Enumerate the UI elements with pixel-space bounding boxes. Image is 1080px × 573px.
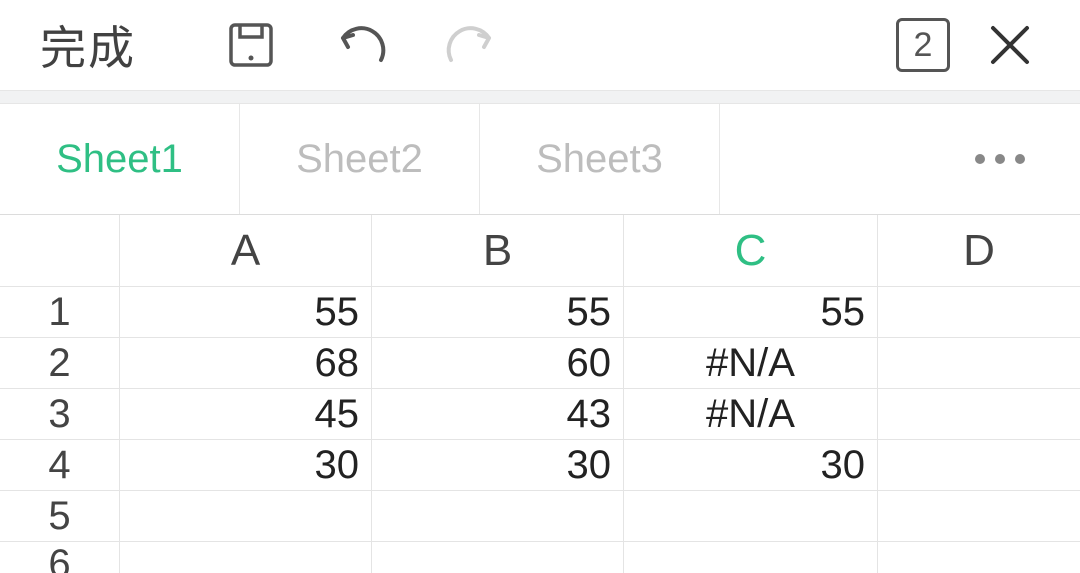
column-header-c[interactable]: C: [624, 215, 878, 286]
toolbar: 完成 2: [0, 0, 1080, 90]
toolbar-right: 2: [896, 15, 1060, 75]
row-header-3[interactable]: 3: [0, 389, 120, 439]
tab-sheet1[interactable]: Sheet1: [0, 104, 240, 214]
redo-button: [416, 0, 526, 90]
sheet-tabs: Sheet1 Sheet2 Sheet3: [0, 104, 1080, 214]
cell-b5[interactable]: [372, 491, 624, 541]
toolbar-divider: [0, 90, 1080, 104]
cell-c6[interactable]: [624, 542, 878, 573]
cell-d5[interactable]: [878, 491, 1080, 541]
row-3: 3 45 43 #N/A: [0, 389, 1080, 440]
tab-sheet2[interactable]: Sheet2: [240, 104, 480, 214]
cell-b4[interactable]: 30: [372, 440, 624, 490]
more-icon: [970, 149, 1030, 169]
cell-c1[interactable]: 55: [624, 287, 878, 337]
row-2: 2 68 60 #N/A: [0, 338, 1080, 389]
undo-icon: [331, 20, 391, 70]
row-header-2[interactable]: 2: [0, 338, 120, 388]
cell-d4[interactable]: [878, 440, 1080, 490]
row-4: 4 30 30 30: [0, 440, 1080, 491]
cell-b1[interactable]: 55: [372, 287, 624, 337]
row-header-6[interactable]: 6: [0, 542, 120, 573]
row-1: 1 55 55 55: [0, 287, 1080, 338]
spreadsheet-grid[interactable]: A B C D 1 55 55 55 2 68 60 #N/A 3 45 43 …: [0, 214, 1080, 573]
toolbar-left: 完成: [40, 0, 526, 90]
more-button[interactable]: [920, 104, 1080, 214]
row-header-4[interactable]: 4: [0, 440, 120, 490]
undo-button[interactable]: [306, 0, 416, 90]
tab-sheet3[interactable]: Sheet3: [480, 104, 720, 214]
cell-c4[interactable]: 30: [624, 440, 878, 490]
row-header-1[interactable]: 1: [0, 287, 120, 337]
cell-a5[interactable]: [120, 491, 372, 541]
row-header-5[interactable]: 5: [0, 491, 120, 541]
column-header-d[interactable]: D: [878, 215, 1080, 286]
cell-c5[interactable]: [624, 491, 878, 541]
done-button[interactable]: 完成: [40, 12, 136, 78]
cell-c2[interactable]: #N/A: [624, 338, 878, 388]
corner-cell[interactable]: [0, 215, 120, 286]
cell-b2[interactable]: 60: [372, 338, 624, 388]
cell-a1[interactable]: 55: [120, 287, 372, 337]
close-icon: [985, 20, 1035, 70]
row-5: 5: [0, 491, 1080, 542]
cell-d2[interactable]: [878, 338, 1080, 388]
cell-b3[interactable]: 43: [372, 389, 624, 439]
row-6: 6: [0, 542, 1080, 573]
cell-a3[interactable]: 45: [120, 389, 372, 439]
cell-a6[interactable]: [120, 542, 372, 573]
close-button[interactable]: [980, 15, 1040, 75]
cell-a4[interactable]: 30: [120, 440, 372, 490]
save-button[interactable]: [196, 0, 306, 90]
tabs-spacer: [720, 104, 920, 214]
cell-c3[interactable]: #N/A: [624, 389, 878, 439]
cell-b6[interactable]: [372, 542, 624, 573]
cell-a2[interactable]: 68: [120, 338, 372, 388]
column-header-row: A B C D: [0, 215, 1080, 287]
save-icon: [226, 20, 276, 70]
cell-d3[interactable]: [878, 389, 1080, 439]
page-count-badge[interactable]: 2: [896, 18, 950, 72]
cell-d6[interactable]: [878, 542, 1080, 573]
redo-icon: [441, 20, 501, 70]
cell-d1[interactable]: [878, 287, 1080, 337]
column-header-a[interactable]: A: [120, 215, 372, 286]
column-header-b[interactable]: B: [372, 215, 624, 286]
